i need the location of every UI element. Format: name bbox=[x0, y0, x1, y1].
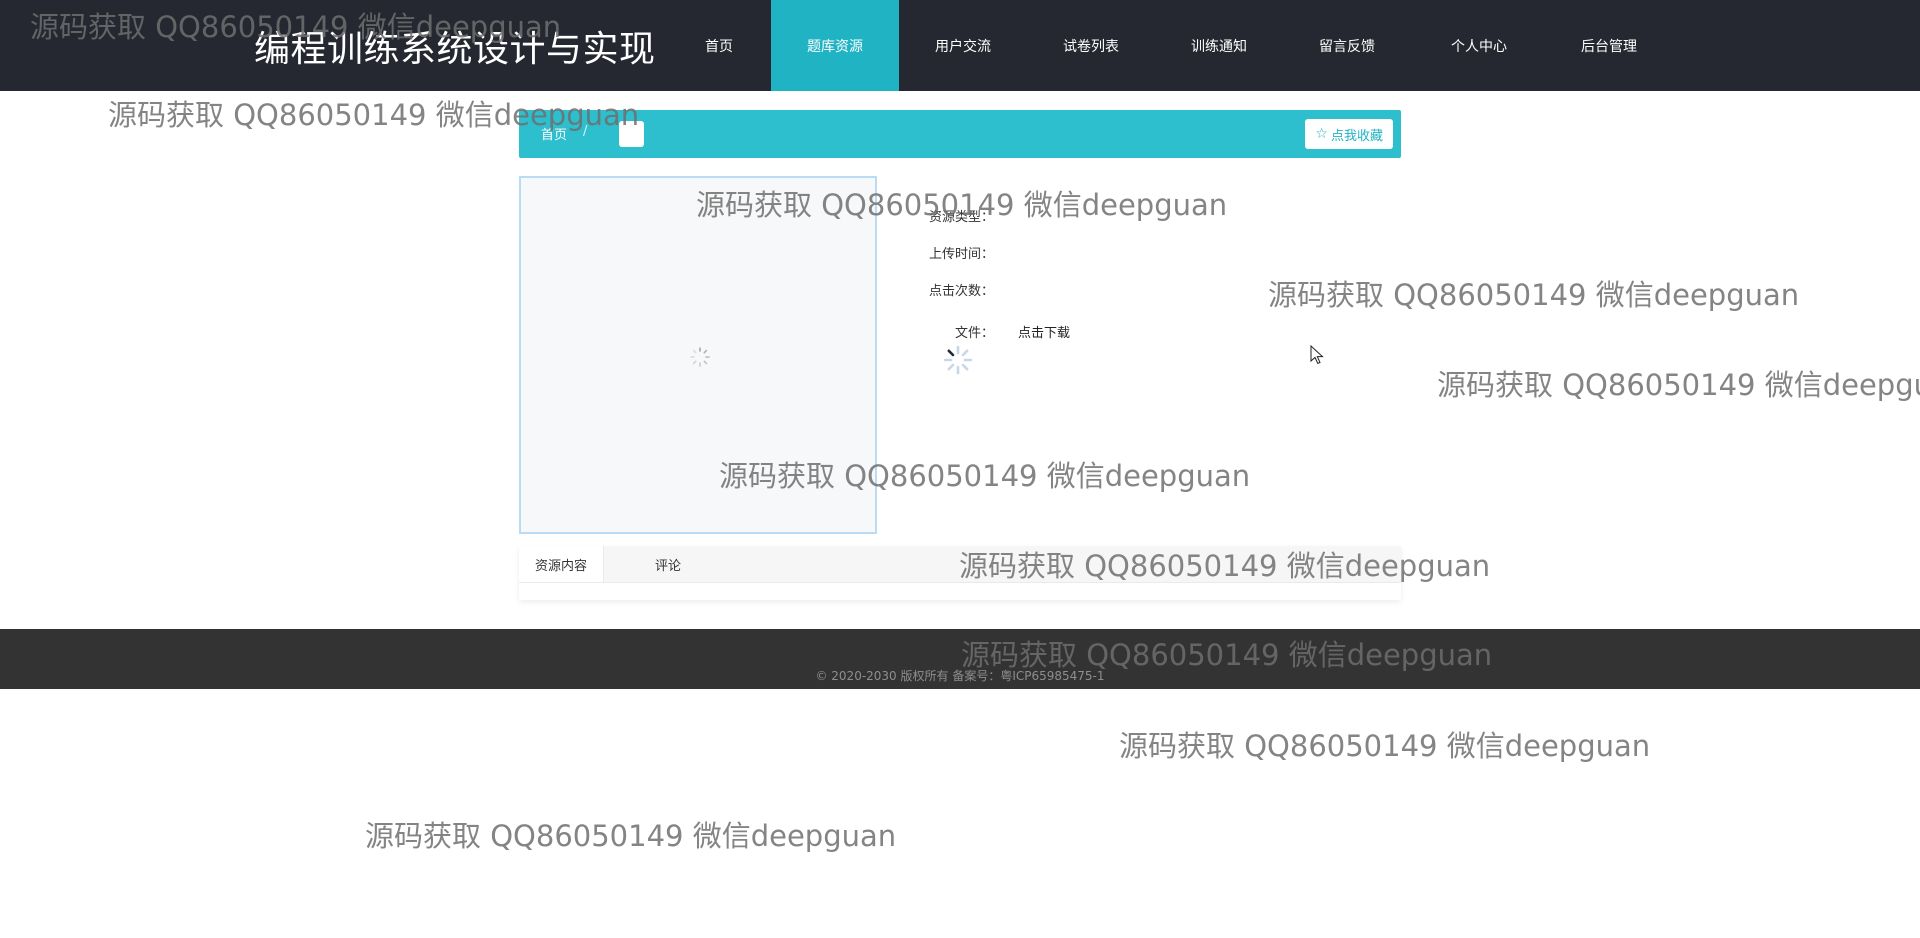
watermark-text: 源码获取 QQ86050149 微信deepguan bbox=[365, 819, 897, 853]
favorite-button[interactable]: ☆ 点我收藏 bbox=[1305, 119, 1393, 149]
resource-type-label: 资源类型： bbox=[929, 210, 995, 225]
nav-item-user-exchange[interactable]: 用户交流 bbox=[899, 0, 1027, 91]
footer-copyright: © 2020-2030 版权所有 备案号：粤ICP65985475-1 bbox=[815, 669, 1105, 683]
file-label: 文件： bbox=[955, 326, 995, 341]
watermark-text: 源码获取 QQ86050149 微信deepguan bbox=[1119, 729, 1651, 763]
upload-time-row: 上传时间： bbox=[929, 243, 994, 262]
mouse-pointer-icon bbox=[1310, 345, 1324, 365]
nav-item-admin[interactable]: 后台管理 bbox=[1545, 0, 1673, 91]
click-count-row: 点击次数： bbox=[929, 280, 994, 299]
nav-item-feedback[interactable]: 留言反馈 bbox=[1283, 0, 1411, 91]
loading-spinner-icon bbox=[690, 347, 710, 367]
upload-time-label: 上传时间： bbox=[929, 247, 995, 262]
tab-comments[interactable]: 评论 bbox=[603, 546, 733, 582]
nav-item-training-notice[interactable]: 训练通知 bbox=[1155, 0, 1283, 91]
breadcrumb-home-link[interactable]: 首页 bbox=[541, 124, 567, 143]
file-row: 文件： bbox=[955, 322, 994, 341]
nav-item-home[interactable]: 首页 bbox=[655, 0, 783, 91]
download-link[interactable]: 点击下载 bbox=[1018, 322, 1070, 341]
nav-item-exam-list[interactable]: 试卷列表 bbox=[1027, 0, 1155, 91]
watermark-text: 源码获取 QQ86050149 微信deepguan bbox=[1437, 368, 1920, 402]
watermark-text: 源码获取 QQ86050149 微信deepguan bbox=[1268, 278, 1800, 312]
breadcrumb-current-item bbox=[619, 121, 644, 147]
loading-spinner-icon bbox=[943, 345, 973, 375]
favorite-button-label: 点我收藏 bbox=[1330, 128, 1383, 144]
resource-type-row: 资源类型： bbox=[929, 206, 994, 225]
nav-item-question-bank[interactable]: 题库资源 bbox=[771, 0, 899, 91]
click-count-label: 点击次数： bbox=[929, 284, 995, 299]
top-navbar: 编程训练系统设计与实现 首页 题库资源 用户交流 试卷列表 训练通知 留言反馈 … bbox=[0, 0, 1920, 91]
breadcrumb: 首页 / ☆ 点我收藏 bbox=[519, 110, 1401, 158]
breadcrumb-separator: / bbox=[583, 124, 588, 139]
star-outline-icon: ☆ bbox=[1315, 126, 1328, 142]
resource-tabs: 资源内容 评论 bbox=[519, 546, 1401, 600]
nav-item-personal-center[interactable]: 个人中心 bbox=[1415, 0, 1543, 91]
site-title: 编程训练系统设计与实现 bbox=[254, 29, 656, 70]
footer: © 2020-2030 版权所有 备案号：粤ICP65985475-1 bbox=[0, 629, 1920, 689]
resource-image bbox=[519, 176, 877, 534]
tab-resource-content[interactable]: 资源内容 bbox=[519, 546, 604, 582]
